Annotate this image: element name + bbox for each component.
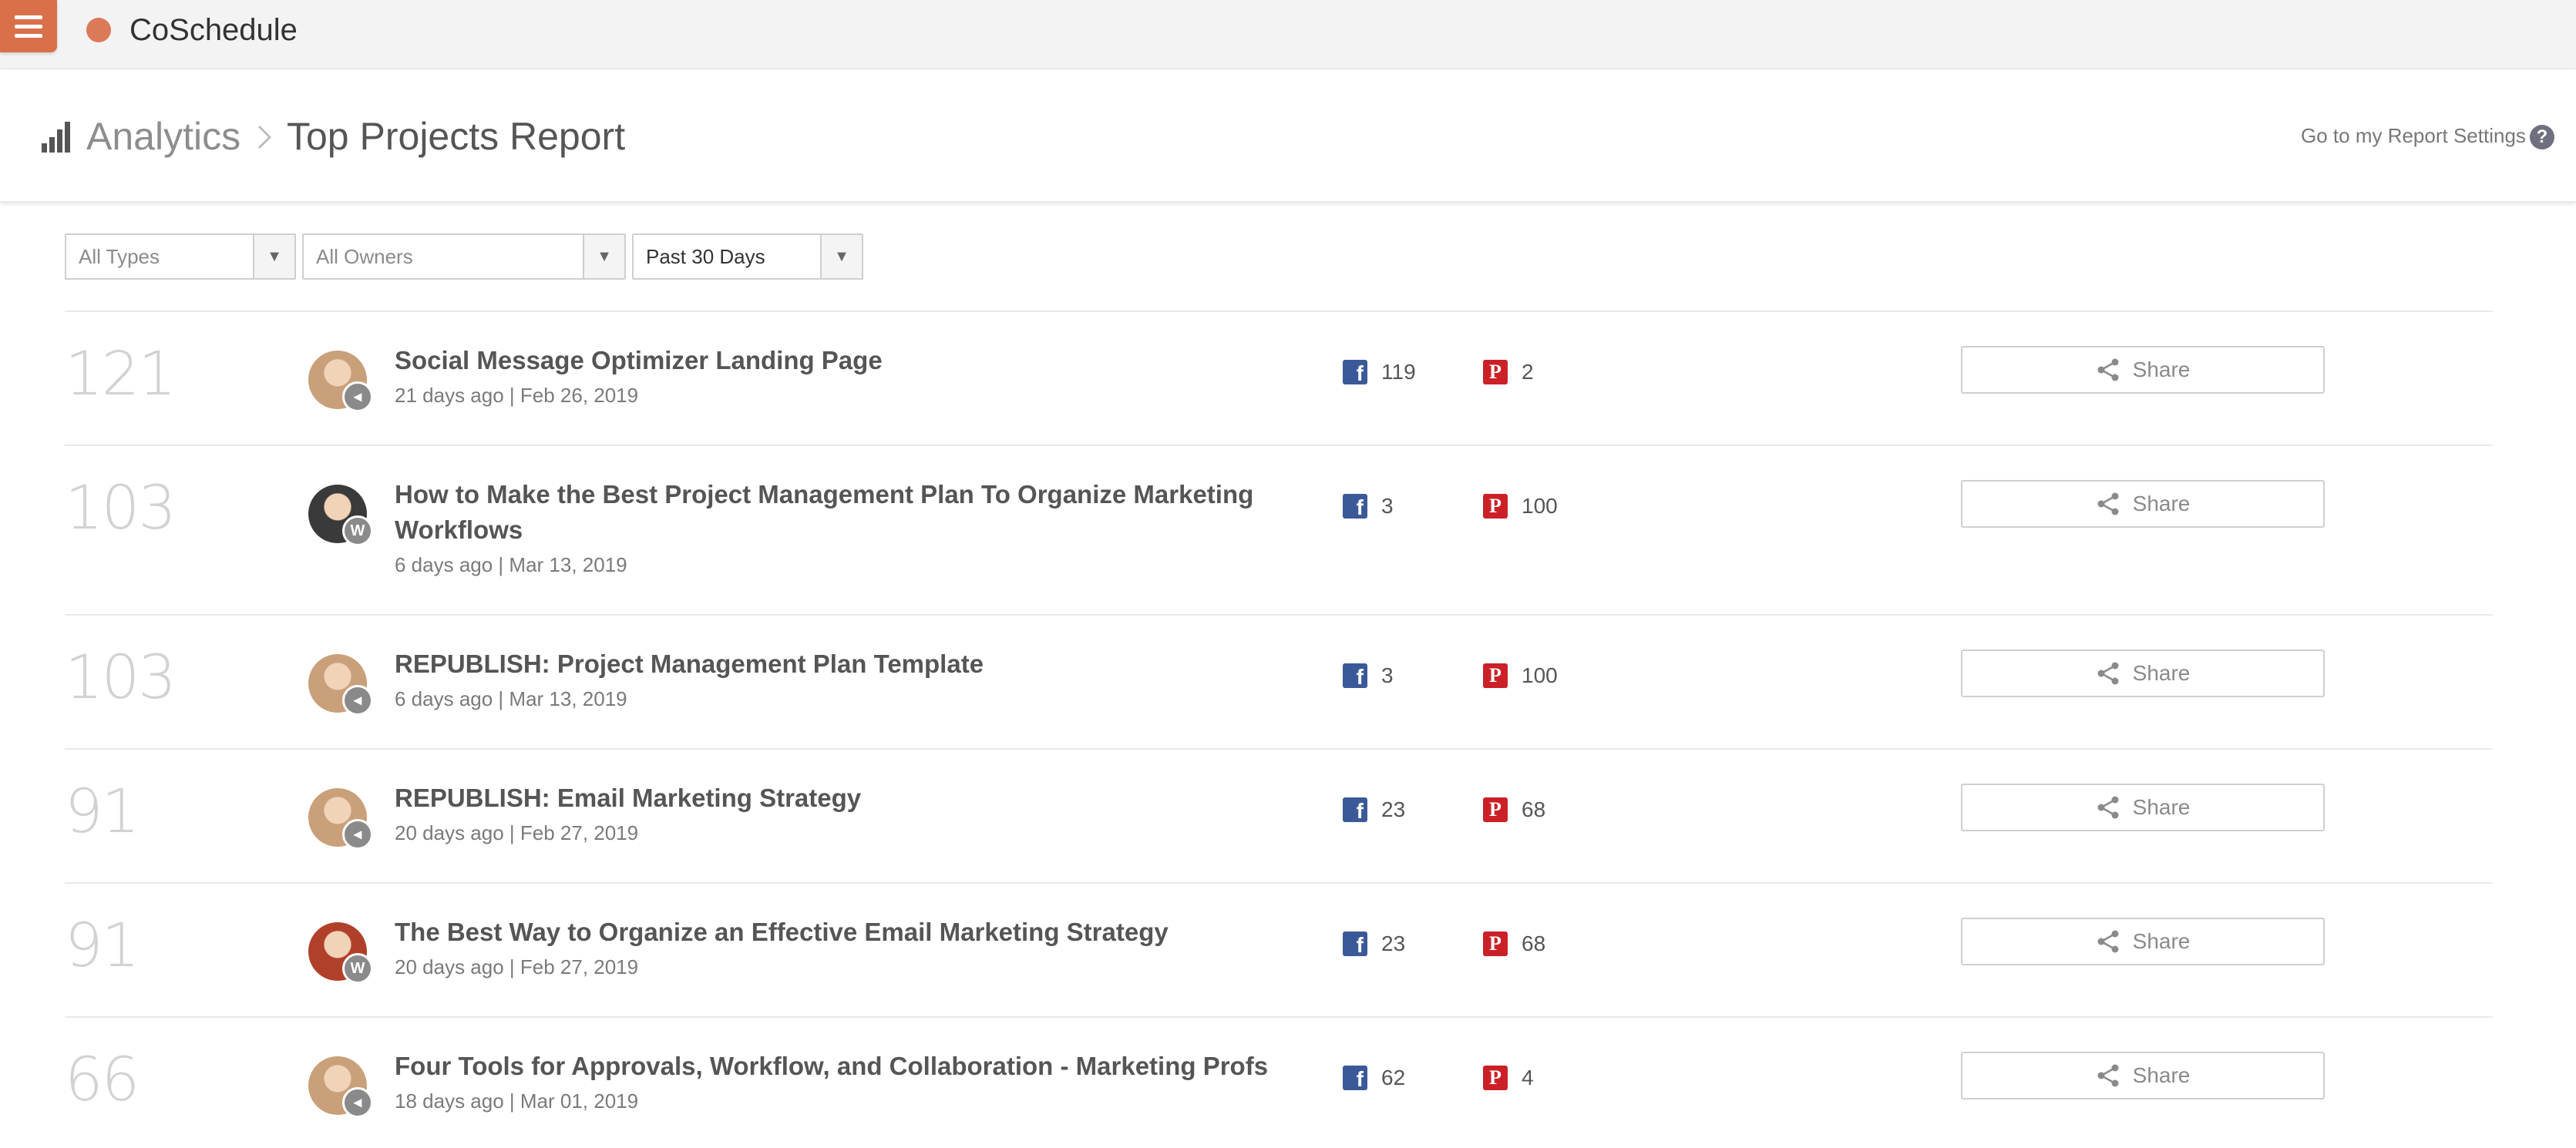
facebook-count: 3 — [1381, 494, 1394, 518]
megaphone-badge-icon: ◂ — [342, 381, 373, 412]
share-icon — [2097, 492, 2119, 515]
pinterest-count: 68 — [1522, 931, 1546, 955]
share-icon — [2097, 1064, 2119, 1087]
facebook-icon: f — [1343, 663, 1367, 688]
project-title-link[interactable]: REPUBLISH: Project Management Plan Templ… — [395, 646, 1296, 682]
share-icon — [2097, 358, 2119, 381]
project-score: 91 — [65, 777, 140, 847]
project-row: 91 W The Best Way to Organize an Effective… — [65, 882, 2493, 1016]
share-button-label: Share — [2132, 357, 2191, 381]
page-title: Top Projects Report — [287, 115, 626, 158]
dropdown-arrow-icon[interactable]: ▼ — [583, 235, 624, 278]
share-icon — [2097, 662, 2119, 685]
pinterest-icon: P — [1483, 931, 1508, 956]
pinterest-icon: P — [1483, 494, 1508, 519]
project-score: 121 — [65, 340, 177, 409]
project-score: 91 — [65, 911, 140, 981]
megaphone-badge-icon: ◂ — [342, 685, 373, 716]
pinterest-count: 2 — [1522, 360, 1534, 384]
facebook-count: 3 — [1381, 663, 1394, 687]
page-header: Analytics Top Projects Report Go to my R… — [0, 69, 2576, 202]
project-row: 91 ◂ REPUBLISH: Email Marketing Strategy 20… — [65, 748, 2493, 882]
project-score: 66 — [65, 1046, 140, 1115]
pinterest-count: 100 — [1522, 494, 1558, 518]
project-date-meta: 6 days ago | Mar 13, 2019 — [395, 687, 627, 710]
hamburger-menu-button[interactable] — [0, 0, 57, 52]
share-button-label: Share — [2132, 492, 2191, 515]
app-name: CoSchedule — [129, 13, 298, 47]
report-settings-link[interactable]: Go to my Report Settings — [2301, 120, 2526, 151]
share-button-label: Share — [2132, 795, 2191, 819]
share-button-label: Share — [2132, 1063, 2191, 1087]
brand-logo-icon — [86, 18, 111, 42]
type-filter-select[interactable]: All Types ▼ — [65, 233, 296, 280]
project-row: 103 ◂ REPUBLISH: Project Management Plan T… — [65, 614, 2493, 748]
type-filter-value: All Types — [79, 245, 160, 268]
period-filter-value: Past 30 Days — [646, 245, 765, 268]
share-button[interactable]: Share — [1961, 784, 2325, 831]
facebook-count: 23 — [1381, 931, 1406, 955]
breadcrumb-analytics-link[interactable]: Analytics — [86, 109, 240, 163]
wordpress-badge-icon: W — [342, 953, 373, 984]
project-date-meta: 21 days ago | Feb 26, 2019 — [395, 384, 639, 407]
megaphone-badge-icon: ◂ — [342, 819, 373, 850]
megaphone-badge-icon: ◂ — [342, 1087, 373, 1118]
analytics-bars-icon — [42, 122, 71, 153]
facebook-icon: f — [1343, 931, 1367, 956]
project-row: 121 ◂ Social Message Optimizer Landing Pag… — [65, 310, 2493, 445]
project-score: 103 — [65, 474, 177, 543]
menu-icon-line — [15, 33, 42, 38]
owner-filter-select[interactable]: All Owners ▼ — [302, 233, 626, 280]
project-date-meta: 20 days ago | Feb 27, 2019 — [395, 955, 639, 978]
menu-icon-line — [15, 15, 42, 19]
top-bar: CoSchedule — [0, 0, 2576, 69]
pinterest-count: 68 — [1522, 797, 1546, 821]
project-row: 66 ◂ Four Tools for Approvals, Workflow, a… — [65, 1016, 2493, 1148]
owner-filter-value: All Owners — [316, 245, 413, 268]
dropdown-arrow-icon[interactable]: ▼ — [820, 235, 862, 278]
share-button[interactable]: Share — [1961, 1052, 2325, 1099]
project-title-link[interactable]: The Best Way to Organize an Effective Em… — [395, 915, 1296, 950]
share-button[interactable]: Share — [1961, 346, 2325, 394]
facebook-count: 23 — [1381, 797, 1406, 821]
project-date-meta: 20 days ago | Feb 27, 2019 — [395, 821, 639, 844]
facebook-icon: f — [1343, 1066, 1367, 1090]
help-icon[interactable]: ? — [2530, 125, 2554, 149]
dropdown-arrow-icon[interactable]: ▼ — [253, 235, 294, 278]
project-title-link[interactable]: How to Make the Best Project Management … — [395, 477, 1296, 548]
project-row: 103 W How to Make the Best Project Managem… — [65, 445, 2493, 614]
share-icon — [2097, 930, 2119, 953]
project-title-link[interactable]: Social Message Optimizer Landing Page — [395, 343, 1296, 378]
project-date-meta: 6 days ago | Mar 13, 2019 — [395, 553, 627, 576]
pinterest-icon: P — [1483, 1066, 1508, 1090]
project-date-meta: 18 days ago | Mar 01, 2019 — [395, 1089, 639, 1113]
share-icon — [2097, 796, 2119, 819]
project-score: 103 — [65, 643, 177, 713]
pinterest-icon: P — [1483, 797, 1508, 822]
pinterest-count: 100 — [1522, 663, 1558, 687]
pinterest-icon: P — [1483, 663, 1508, 688]
period-filter-select[interactable]: Past 30 Days ▼ — [632, 233, 863, 280]
menu-icon-line — [15, 24, 42, 29]
share-button-label: Share — [2132, 661, 2191, 685]
pinterest-icon: P — [1483, 360, 1508, 384]
share-button[interactable]: Share — [1961, 918, 2325, 965]
share-button[interactable]: Share — [1961, 650, 2325, 697]
facebook-count: 119 — [1381, 360, 1416, 384]
wordpress-badge-icon: W — [342, 515, 373, 546]
facebook-icon: f — [1343, 494, 1367, 519]
facebook-icon: f — [1343, 797, 1367, 822]
facebook-icon: f — [1343, 360, 1367, 384]
project-title-link[interactable]: Four Tools for Approvals, Workflow, and … — [395, 1049, 1296, 1084]
share-button-label: Share — [2132, 929, 2191, 953]
project-title-link[interactable]: REPUBLISH: Email Marketing Strategy — [395, 780, 1296, 816]
pinterest-count: 4 — [1522, 1066, 1534, 1089]
share-button[interactable]: Share — [1961, 480, 2325, 528]
facebook-count: 62 — [1381, 1066, 1406, 1089]
breadcrumb-chevron-icon — [257, 125, 272, 149]
